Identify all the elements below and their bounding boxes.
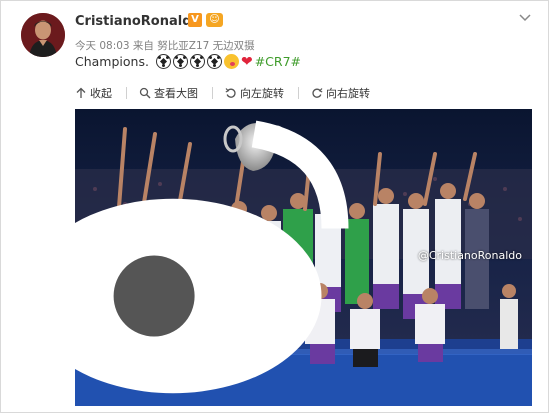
search-icon [139,87,151,99]
soccer-ball-icon [206,54,222,69]
weibo-logo-icon [75,120,349,394]
rotate-left-label: 向左旋转 [240,87,284,100]
weibo-post-card: CristianoRonaldo V ☺ 今天 08:03 来自 努比亚Z17 … [0,0,549,413]
arrow-up-icon [76,87,86,98]
vip-badge-icon: ☺ [206,13,223,27]
verified-icon: V [188,13,202,27]
toolbar-divider [298,87,299,99]
image-toolbar: 收起 查看大图 向左旋转 向右旋转 [75,83,531,103]
rotate-right-label: 向右旋转 [326,87,370,100]
rotate-left-button[interactable]: 向左旋转 [225,85,284,101]
toolbar-divider [126,87,127,99]
soccer-ball-icon [189,54,205,69]
heart-icon: ❤ [240,53,253,70]
avatar[interactable] [21,13,65,57]
username-link[interactable]: CristianoRonaldo [75,14,200,29]
view-large-button[interactable]: 查看大图 [139,85,198,101]
soccer-ball-icon [172,54,188,69]
hashtag-link[interactable]: #CR7# [255,54,301,69]
watermark-text: @CristianoRonaldo [417,249,522,262]
kiss-face-icon [223,54,239,69]
post-photo[interactable]: @CristianoRonaldo [75,109,532,406]
post-text-content: Champions. [75,54,149,69]
post-meta: 今天 08:03 来自 努比亚Z17 无边双摄 [75,40,255,52]
collapse-label: 收起 [90,87,112,100]
collapse-button[interactable]: 收起 [75,85,112,101]
soccer-ball-icon [155,54,171,69]
rotate-left-icon [225,88,236,98]
rotate-right-icon [312,88,323,98]
watermark: @CristianoRonaldo [75,109,522,404]
view-large-label: 查看大图 [154,87,198,100]
toolbar-divider [212,87,213,99]
chevron-down-icon[interactable] [518,11,532,25]
rotate-right-button[interactable]: 向右旋转 [311,85,370,101]
post-text: Champions. ❤ #CR7# [75,54,301,69]
